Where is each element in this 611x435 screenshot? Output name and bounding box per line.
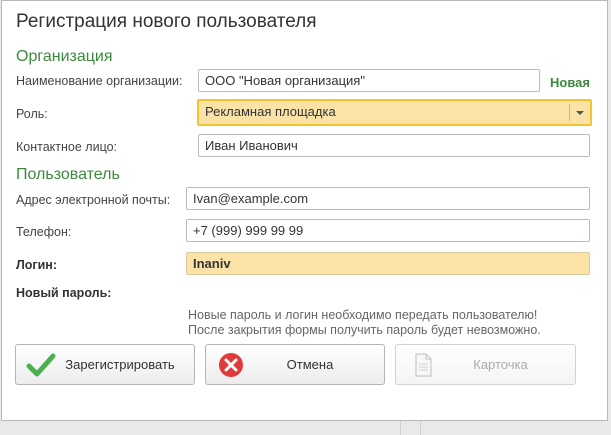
role-select[interactable]: Рекламная площадка [197,99,592,126]
new-organization-badge: Новая [550,75,590,90]
new-password-label: Новый пароль: [16,286,112,300]
registration-dialog: Регистрация нового пользователя Организа… [1,0,608,421]
contact-person-label: Контактное лицо: [16,140,118,154]
email-label: Адрес электронной почты: [16,193,171,207]
cancel-button[interactable]: Отмена [205,344,385,385]
chevron-down-icon[interactable] [576,111,584,115]
cancel-circle-icon [219,353,243,377]
card-button-label: Карточка [473,357,528,372]
login-label: Логин: [16,258,58,272]
phone-field[interactable]: +7 (999) 999 99 99 [186,219,590,242]
role-label: Роль: [16,107,48,121]
phone-label: Телефон: [16,225,72,239]
email-field[interactable]: Ivan@example.com [186,187,590,210]
role-select-value: Рекламная площадка [205,104,336,119]
cancel-button-label: Отмена [286,357,334,372]
checkmark-icon [26,353,56,377]
organization-name-label: Наименование организации: [16,74,183,88]
login-field[interactable]: Inaniv [186,252,590,275]
document-icon [415,353,432,377]
dialog-title: Регистрация нового пользователя [16,11,317,32]
register-button-label: Зарегистрировать [65,357,175,372]
backdrop-divider [400,421,401,435]
password-note-line-1: Новые пароль и логин необходимо передать… [188,308,538,322]
contact-person-field[interactable]: Иван Иванович [198,134,590,157]
section-organization-title: Организация [16,48,113,65]
section-user-title: Пользователь [16,166,120,183]
register-button[interactable]: Зарегистрировать [15,344,195,385]
dropdown-separator [569,104,570,121]
organization-name-field[interactable]: ООО "Новая организация" [198,69,540,92]
password-note-line-2: После закрытия формы получить пароль буд… [188,323,541,337]
card-button: Карточка [395,344,576,385]
backdrop-divider [420,421,421,435]
